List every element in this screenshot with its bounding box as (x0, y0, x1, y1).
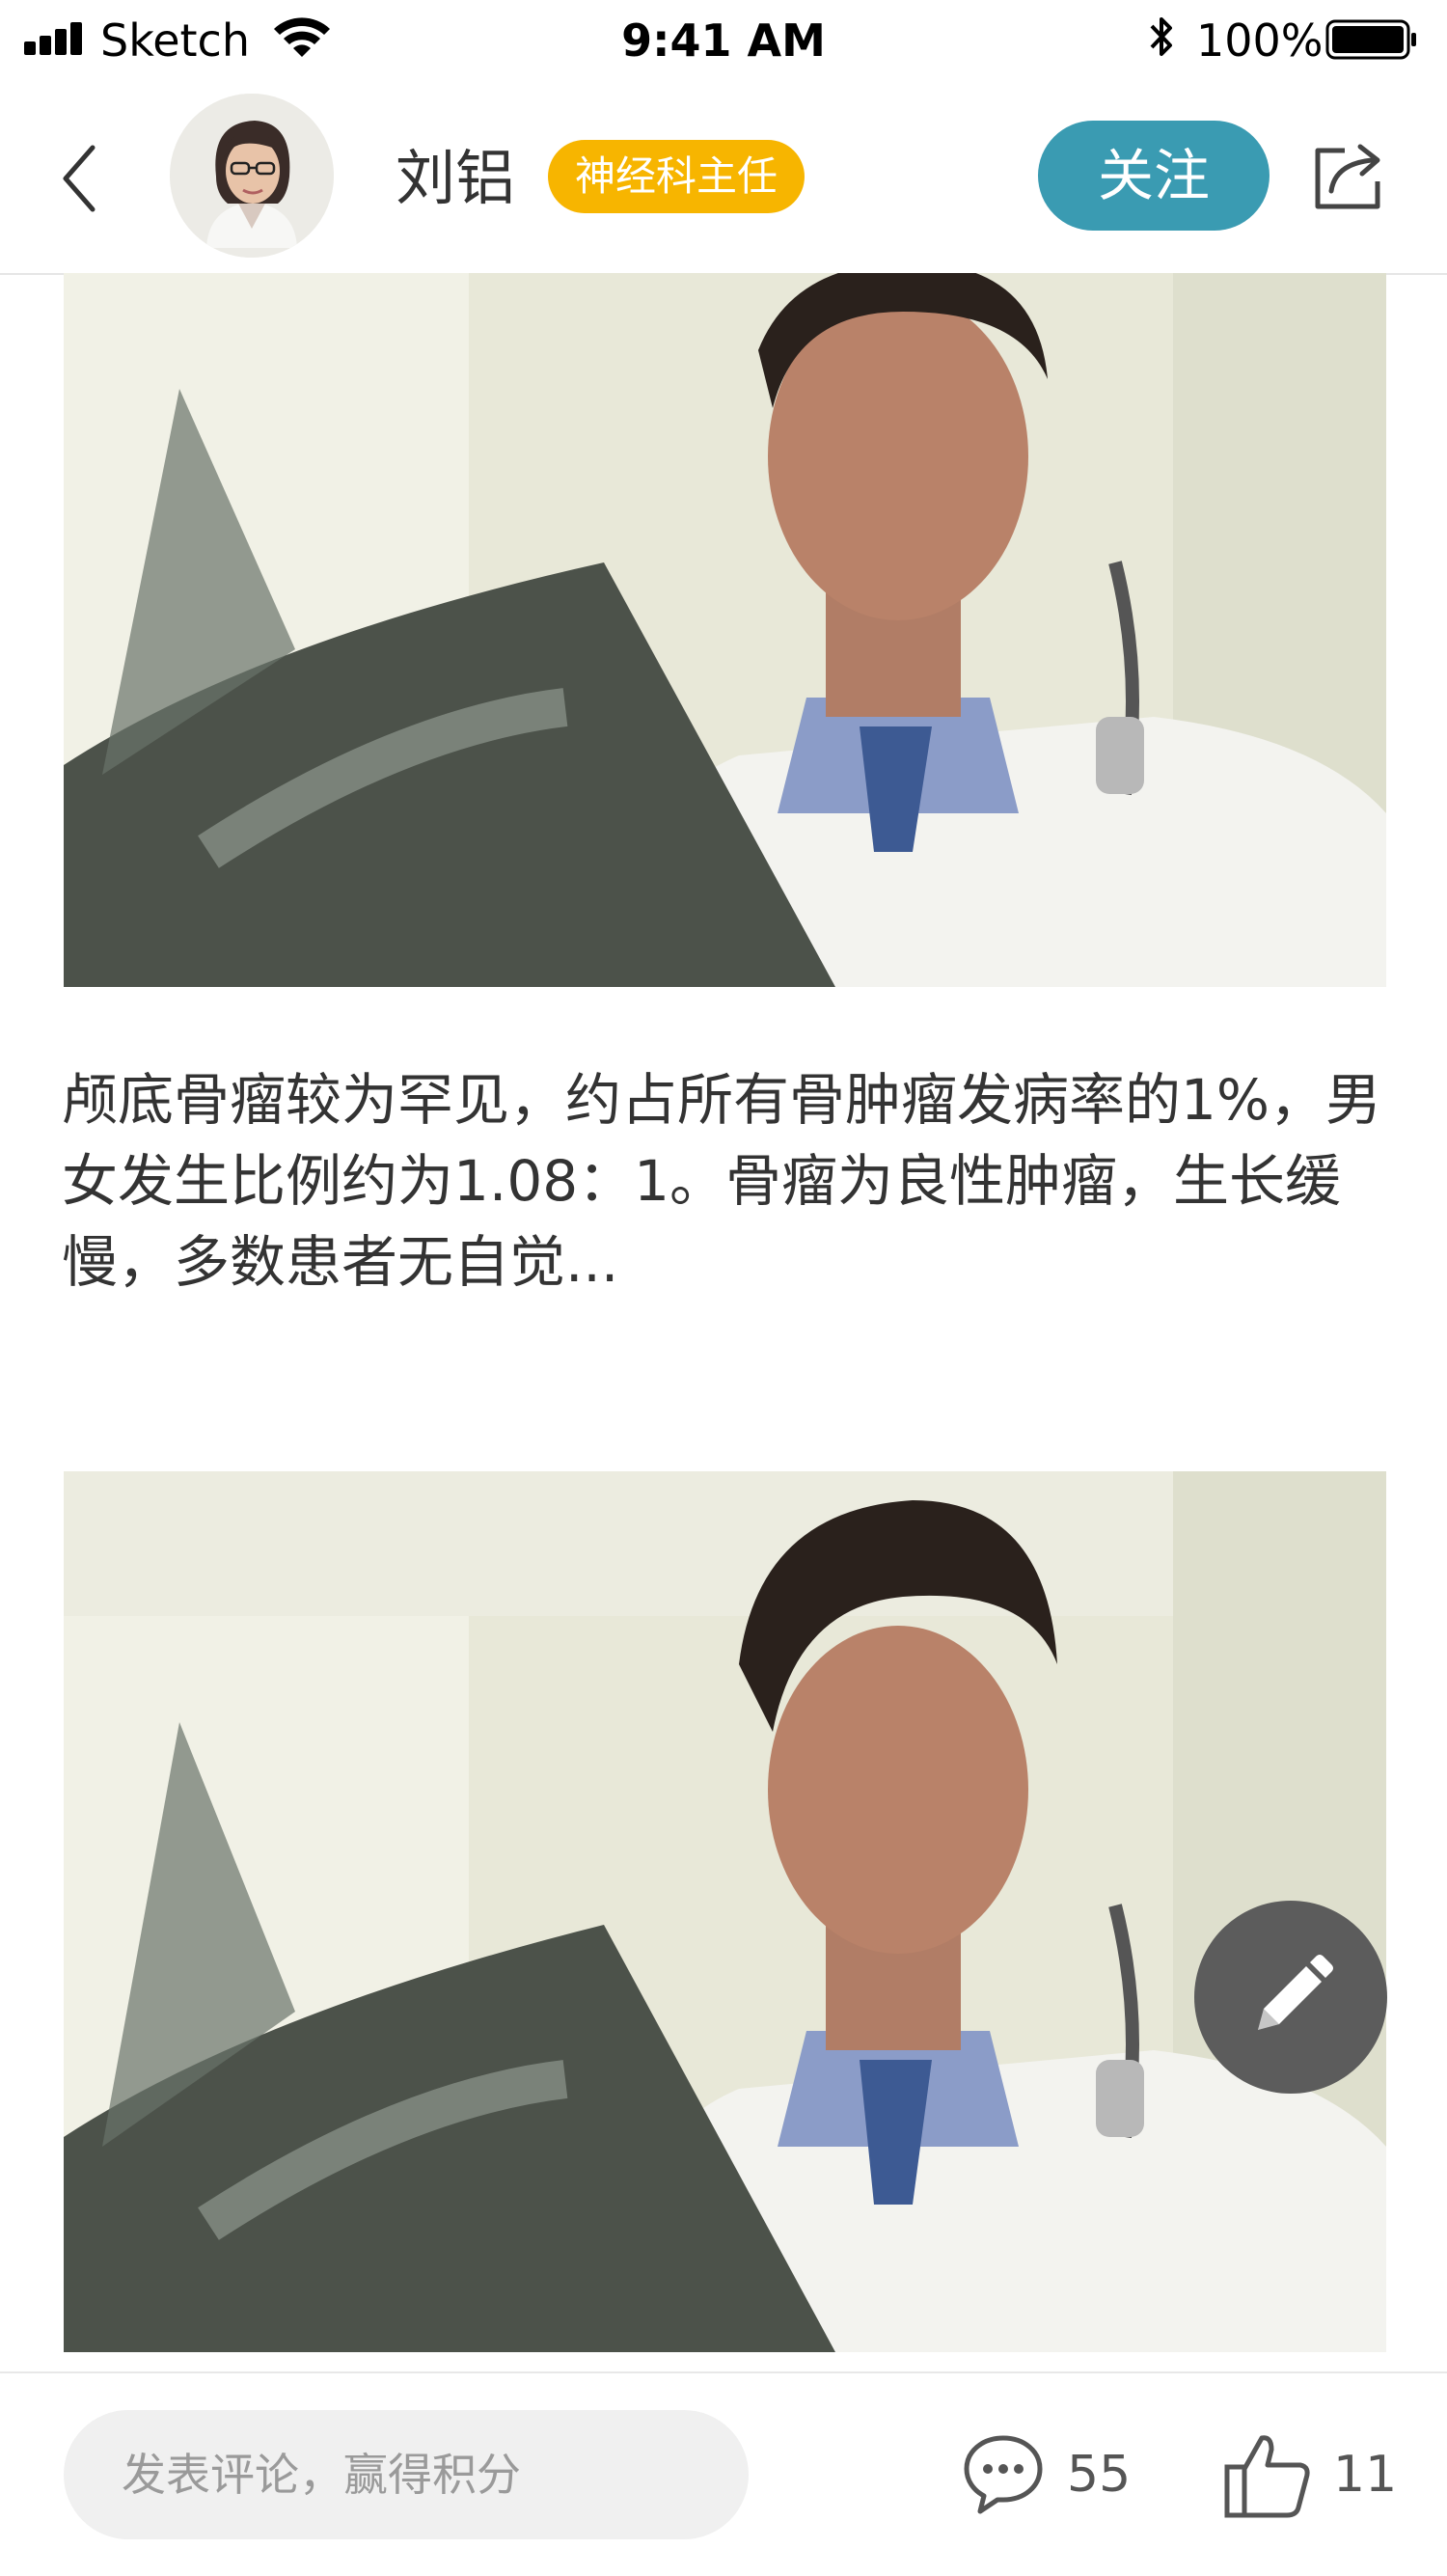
status-bar: Sketch 9:41 AM 100% (0, 0, 1447, 82)
bottom-action-bar: 55 11 (0, 2371, 1447, 2576)
like-count: 11 (1333, 2446, 1398, 2504)
comment-count: 55 (1067, 2446, 1132, 2504)
bluetooth-icon (1150, 17, 1172, 56)
doctor-avatar[interactable] (170, 94, 334, 258)
follow-button[interactable]: 关注 (1038, 121, 1270, 231)
comment-input[interactable] (64, 2410, 749, 2539)
battery-percentage: 100% (1196, 14, 1324, 67)
article-image[interactable] (64, 273, 1386, 987)
doctor-xray-photo (64, 1471, 1386, 2352)
thumbs-up-icon (1224, 2435, 1310, 2518)
doctor-portrait (170, 94, 334, 258)
battery-icon (1325, 19, 1416, 60)
share-button[interactable] (1310, 137, 1387, 214)
write-post-button[interactable] (1194, 1901, 1387, 2094)
doctor-title-badge: 神经科主任 (548, 140, 805, 213)
doctor-name: 刘铝 (396, 143, 516, 213)
share-icon (1315, 144, 1380, 209)
doctor-xray-photo (64, 273, 1386, 987)
chevron-left-icon (63, 145, 96, 212)
doctor-header: 刘铝 神经科主任 关注 (0, 82, 1447, 275)
article-image[interactable] (64, 1471, 1386, 2352)
back-button[interactable] (48, 130, 116, 227)
comment-bubble-icon (964, 2435, 1043, 2514)
article-excerpt[interactable]: 颅底骨瘤较为罕见，约占所有骨肿瘤发病率的1%，男女发生比例约为1.08：1。骨瘤… (62, 1059, 1385, 1302)
pencil-icon (1258, 1955, 1333, 2030)
